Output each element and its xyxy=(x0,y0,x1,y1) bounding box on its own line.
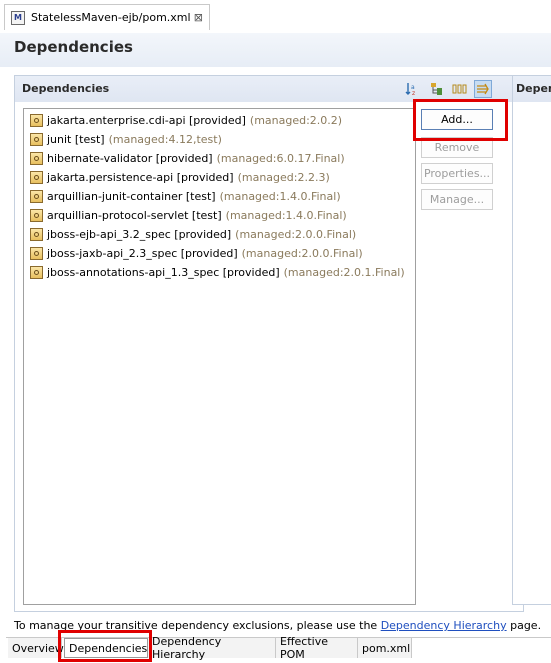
footer-suffix: page. xyxy=(506,619,542,632)
section2-title: Depen xyxy=(516,82,551,95)
dependency-managed-version: (managed:2.0.0.Final) xyxy=(241,247,363,260)
dependency-managed-version: (managed:2.0.1.Final) xyxy=(283,266,405,279)
dependency-name: jboss-ejb-api_3.2_spec [provided] xyxy=(47,228,232,241)
dependency-managed-version: (managed:6.0.17.Final) xyxy=(216,152,345,165)
maven-file-icon: M xyxy=(11,10,25,25)
jar-icon xyxy=(30,171,43,184)
dependency-row[interactable]: hibernate-validator [provided] (managed:6… xyxy=(30,149,345,168)
dependency-name: hibernate-validator [provided] xyxy=(47,152,213,165)
dependency-name: arquillian-protocol-servlet [test] xyxy=(47,209,222,222)
jar-icon xyxy=(30,266,43,279)
dependency-name: jakarta.enterprise.cdi-api [provided] xyxy=(47,114,246,127)
jar-icon xyxy=(30,133,43,146)
dependency-managed-version: (managed:1.4.0.Final) xyxy=(219,190,341,203)
dependency-row[interactable]: jboss-annotations-api_1.3_spec [provided… xyxy=(30,263,405,282)
dependency-row[interactable]: jboss-ejb-api_3.2_spec [provided] (manage… xyxy=(30,225,356,244)
jar-icon xyxy=(30,247,43,260)
hierarchy-icon[interactable] xyxy=(428,80,446,98)
dependency-managed-version: (managed:4.12,test) xyxy=(108,133,222,146)
svg-text:z: z xyxy=(412,90,415,96)
tab-overview[interactable]: Overview xyxy=(8,638,64,658)
dependency-row[interactable]: arquillian-protocol-servlet [test] (manag… xyxy=(30,206,347,225)
footer-prefix: To manage your transitive dependency exc… xyxy=(14,619,381,632)
section-title: Dependencies xyxy=(22,82,110,95)
dependency-managed-version: (managed:2.0.0.Final) xyxy=(235,228,357,241)
footer-hint: To manage your transitive dependency exc… xyxy=(14,619,541,632)
dependency-list[interactable]: jakarta.enterprise.cdi-api [provided] (ma… xyxy=(23,108,416,605)
close-icon[interactable]: ⊠ xyxy=(194,11,203,24)
sort-alpha-icon[interactable]: az xyxy=(403,80,421,98)
tab-dependencies[interactable]: Dependencies xyxy=(64,638,148,658)
dependency-name: arquillian-junit-container [test] xyxy=(47,190,216,203)
properties-button[interactable]: Properties... xyxy=(421,163,493,184)
dependency-name: jboss-jaxb-api_2.3_spec [provided] xyxy=(47,247,238,260)
tab-effective-pom[interactable]: Effective POM xyxy=(276,635,358,661)
dependency-managed-version: (managed:2.0.2) xyxy=(249,114,343,127)
jar-icon xyxy=(30,114,43,127)
columns-icon[interactable] xyxy=(451,80,469,98)
jar-icon xyxy=(30,152,43,165)
dependency-row[interactable]: junit [test] (managed:4.12,test) xyxy=(30,130,222,149)
filter-icon[interactable] xyxy=(474,80,492,98)
add-button[interactable]: Add... xyxy=(421,109,493,130)
dependency-management-section xyxy=(512,75,551,605)
dependency-row[interactable]: jakarta.persistence-api [provided] (manag… xyxy=(30,168,330,187)
dependency-name: jboss-annotations-api_1.3_spec [provided… xyxy=(47,266,280,279)
dependency-managed-version: (managed:1.4.0.Final) xyxy=(225,209,347,222)
tab-dependency-hierarchy[interactable]: Dependency Hierarchy xyxy=(148,635,276,661)
page-title: Dependencies xyxy=(14,38,133,56)
jar-icon xyxy=(30,209,43,222)
dependency-name: jakarta.persistence-api [provided] xyxy=(47,171,234,184)
dependency-row[interactable]: jboss-jaxb-api_2.3_spec [provided] (manag… xyxy=(30,244,363,263)
editor-tab-title: StatelessMaven-ejb/pom.xml xyxy=(31,11,191,24)
dependency-hierarchy-link[interactable]: Dependency Hierarchy xyxy=(381,619,507,632)
remove-button[interactable]: Remove xyxy=(421,137,493,158)
dependency-name: junit [test] xyxy=(47,133,105,146)
dependency-row[interactable]: jakarta.enterprise.cdi-api [provided] (ma… xyxy=(30,111,342,130)
dependency-row[interactable]: arquillian-junit-container [test] (manage… xyxy=(30,187,341,206)
jar-icon xyxy=(30,228,43,241)
tab-pom-xml[interactable]: pom.xml xyxy=(358,638,412,658)
editor-tab-pom[interactable]: M StatelessMaven-ejb/pom.xml ⊠ xyxy=(4,4,210,30)
dependency-managed-version: (managed:2.2.3) xyxy=(237,171,330,184)
manage-button[interactable]: Manage... xyxy=(421,189,493,210)
jar-icon xyxy=(30,190,43,203)
